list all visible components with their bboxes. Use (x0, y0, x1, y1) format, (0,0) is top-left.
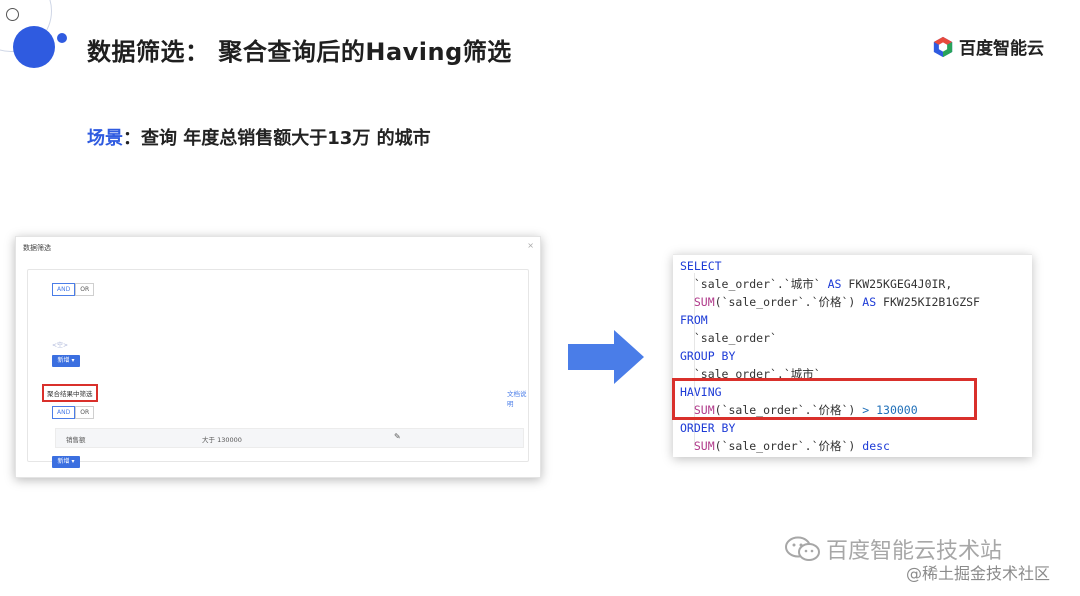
brand-name: 百度智能云 (959, 39, 1044, 59)
chevron-down-icon: ▾ (71, 357, 75, 364)
sql-line: `sale_order` (680, 329, 777, 347)
having-highlight-box (672, 378, 977, 420)
logic-and-button[interactable]: AND (52, 406, 76, 419)
condition-field: 销售额 (66, 436, 86, 444)
logic-or-button[interactable]: OR (75, 406, 95, 419)
sql-function: SUM (693, 295, 715, 309)
wechat-icon (785, 536, 820, 561)
doc-link[interactable]: 文档说明 (507, 388, 528, 408)
edit-pencil-icon[interactable]: ✎ (394, 432, 401, 441)
data-filter-dialog: 数据筛选 × AND OR <空> 新增 ▾ 聚合结果中筛选 文档说明 AND … (15, 236, 541, 478)
sql-line: GROUP BY (680, 347, 735, 365)
sql-line: FROM (680, 311, 708, 329)
logic-toggle-aggregate: AND OR (52, 406, 95, 419)
sql-keyword: AS (827, 277, 842, 291)
aggregate-filter-label: 聚合结果中筛选 (42, 384, 98, 402)
sql-keyword: ORDER BY (680, 421, 736, 435)
sql-keyword: FROM (680, 313, 708, 327)
sql-line: `sale_order`.`城市` AS FKW25KGEG4J0IR, (680, 275, 952, 293)
condition-row: 销售额 大于 130000 ✎ (55, 428, 524, 448)
sql-line: SUM(`sale_order`.`价格`) desc (680, 437, 890, 455)
baidu-cloud-logo-icon (933, 36, 953, 57)
logic-or-button[interactable]: OR (75, 283, 95, 296)
condition-operator: 大于 130000 (202, 436, 242, 444)
sql-text: (`sale_order`.`价格`) (714, 439, 863, 453)
right-arrow-icon (568, 330, 644, 384)
filter-panel: AND OR <空> 新增 ▾ 聚合结果中筛选 文档说明 AND OR 销售额 … (27, 269, 529, 468)
sql-line: SELECT (680, 257, 722, 275)
sql-keyword: AS (862, 295, 877, 309)
add-filter-label: 新增 (57, 357, 70, 364)
sql-line: SUM(`sale_order`.`价格`) AS FKW25KI2B1GZSF (680, 293, 980, 311)
sql-text: FKW25KGEG4J0IR, (841, 277, 953, 291)
scenario-description: ：查询 年度总销售额大于13万 的城市 (123, 128, 431, 149)
sql-text: (`sale_order`.`价格`) (714, 295, 863, 309)
add-aggregate-filter-button[interactable]: 新增 ▾ (52, 456, 80, 468)
sql-text: FKW25KI2B1GZSF (876, 295, 980, 309)
decorative-blue-circle (13, 26, 55, 68)
scenario-text: 场景：查询 年度总销售额大于13万 的城市 (87, 124, 431, 150)
sql-keyword: SELECT (680, 259, 722, 273)
watermark-community: @稀土掘金技术社区 (906, 564, 1051, 583)
sql-text: `sale_order`.`城市` (680, 277, 828, 291)
logic-toggle-top: AND OR (52, 283, 95, 296)
decorative-blue-dot (57, 33, 67, 43)
sql-line: ORDER BY (680, 419, 735, 437)
chevron-down-icon: ▾ (71, 458, 75, 465)
sql-keyword: GROUP BY (680, 349, 736, 363)
add-filter-label: 新增 (57, 458, 70, 465)
slide-title: 数据筛选： 聚合查询后的Having筛选 (87, 38, 512, 66)
brand: 百度智能云 (932, 34, 1044, 59)
add-filter-button[interactable]: 新增 ▾ (52, 355, 80, 367)
decorative-small-circle (6, 8, 19, 21)
dialog-title: 数据筛选 (23, 244, 51, 252)
sql-code-panel: SELECT `sale_order`.`城市` AS FKW25KGEG4J0… (673, 254, 1032, 457)
scenario-label: 场景 (87, 128, 123, 149)
sql-keyword: desc (862, 439, 890, 453)
empty-hint: <空> (52, 342, 69, 349)
sql-text: `sale_order` (680, 331, 777, 345)
logic-and-button[interactable]: AND (52, 283, 76, 296)
close-icon[interactable]: × (527, 241, 534, 250)
sql-function: SUM (693, 439, 715, 453)
